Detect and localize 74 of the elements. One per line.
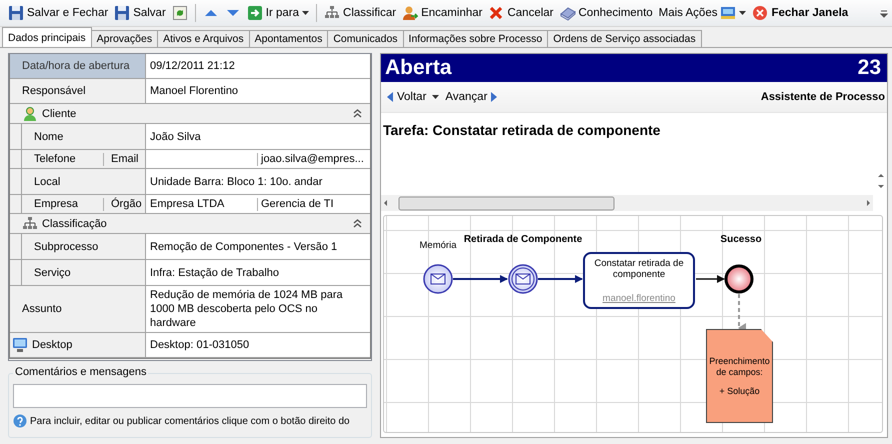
intermediate-event	[508, 264, 538, 294]
person-icon	[22, 106, 38, 122]
flow-arrow	[696, 275, 725, 283]
event-label: Sucesso	[720, 234, 762, 245]
caret-icon	[739, 11, 746, 15]
property-value: Redução de memória de 1024 MB para 1000 MB descoberta pelo OCS no hardware	[146, 286, 370, 332]
back-button[interactable]: Voltar	[387, 91, 426, 103]
goto-dropdown[interactable]: Ir para	[244, 3, 312, 23]
toolbar-button[interactable]: Salvar	[112, 3, 168, 23]
close-window-button[interactable]: Fechar Janela	[750, 3, 850, 23]
tab[interactable]: Informações sobre Processo	[402, 30, 548, 47]
arrow-right-icon	[491, 92, 498, 102]
event-label: Memória	[420, 240, 456, 251]
event-label: Retirada de Componente	[464, 234, 582, 245]
section-title: Classificação	[42, 218, 108, 230]
tab[interactable]: Comunicados	[327, 30, 404, 47]
flow-arrow	[453, 275, 508, 283]
property-label: Desktop	[10, 333, 146, 357]
book-icon	[560, 5, 576, 21]
property-label: Data/hora de abertura	[10, 54, 146, 78]
collapse-icon[interactable]	[353, 109, 362, 118]
property-value: Remoção de Componentes - Versão 1	[146, 234, 370, 259]
flow-arrow	[538, 275, 583, 283]
monitor-icon	[12, 337, 28, 353]
arrow-left-icon	[387, 92, 393, 102]
section-header[interactable]: Cliente	[10, 104, 370, 124]
note-title: Preenchimento de campos:	[708, 356, 771, 378]
toolbar-button[interactable]: Encaminhar	[400, 3, 484, 23]
tab[interactable]: Ordens de Serviço associadas	[547, 30, 702, 47]
forward-button[interactable]: Avançar	[445, 91, 498, 103]
group-legend: Comentários e mensagens	[13, 366, 148, 378]
tab[interactable]: Apontamentos	[248, 30, 328, 47]
property-value: Empresa LTDA Gerencia de TI	[146, 195, 370, 213]
toolbar-button[interactable]: Classificar	[322, 3, 398, 23]
property-value: joao.silva@empres...	[146, 150, 370, 168]
collapse-icon[interactable]	[353, 219, 362, 228]
refresh-icon	[172, 5, 188, 21]
start-event	[423, 264, 453, 294]
property-value: Desktop: 01-031050	[146, 333, 370, 357]
comment-field[interactable]	[13, 384, 367, 408]
task-title: Tarefa: Constatar retirada de componente	[382, 121, 662, 140]
toolbar-button[interactable]: Cancelar	[486, 3, 556, 23]
horizontal-scrollbar[interactable]	[381, 195, 873, 211]
property-value: Unidade Barra: Bloco 1: 10o. andar	[146, 169, 370, 194]
arrow-right-icon	[246, 5, 263, 21]
toolbar-button[interactable]: Salvar e Fechar	[6, 3, 110, 23]
section-title: Cliente	[42, 108, 78, 120]
more-actions-menu[interactable]: Mais Ações	[656, 3, 748, 23]
caret-icon	[432, 95, 440, 99]
property-value: Infra: Estação de Trabalho	[146, 260, 370, 285]
property-value: 09/12/2011 21:12	[146, 54, 370, 78]
toolbar-button[interactable]: Conhecimento	[558, 3, 655, 23]
status-title: Aberta	[385, 56, 452, 80]
cross-icon	[488, 5, 504, 21]
tab[interactable]: Dados principais	[2, 27, 92, 47]
tab[interactable]: Ativos e Arquivos	[157, 30, 250, 47]
person-arrow-icon	[402, 5, 418, 21]
end-event	[724, 264, 754, 294]
task-label: Constatar retirada de componente	[593, 258, 685, 280]
assignee-link[interactable]: manoel.florentino	[602, 293, 676, 304]
task-node[interactable]: Constatar retirada de componente manoel.florentino	[583, 252, 695, 309]
note-item: + Solução	[718, 386, 761, 396]
property-value: João Silva	[146, 124, 370, 149]
help-text: Para incluir, editar ou publicar comentários clique com o botão direito do	[30, 416, 350, 426]
tab[interactable]: Aprovações	[90, 30, 158, 47]
help-icon	[13, 414, 27, 428]
close-icon	[752, 5, 768, 21]
assistant-title: Assistente de Processo	[760, 91, 885, 103]
status-number: 23	[858, 56, 881, 80]
hierarchy-icon	[324, 5, 340, 21]
property-value: Manoel Florentino	[146, 79, 370, 103]
hierarchy-icon	[22, 216, 38, 232]
caret-icon	[302, 11, 310, 15]
section-header[interactable]: Classificação	[10, 214, 370, 234]
